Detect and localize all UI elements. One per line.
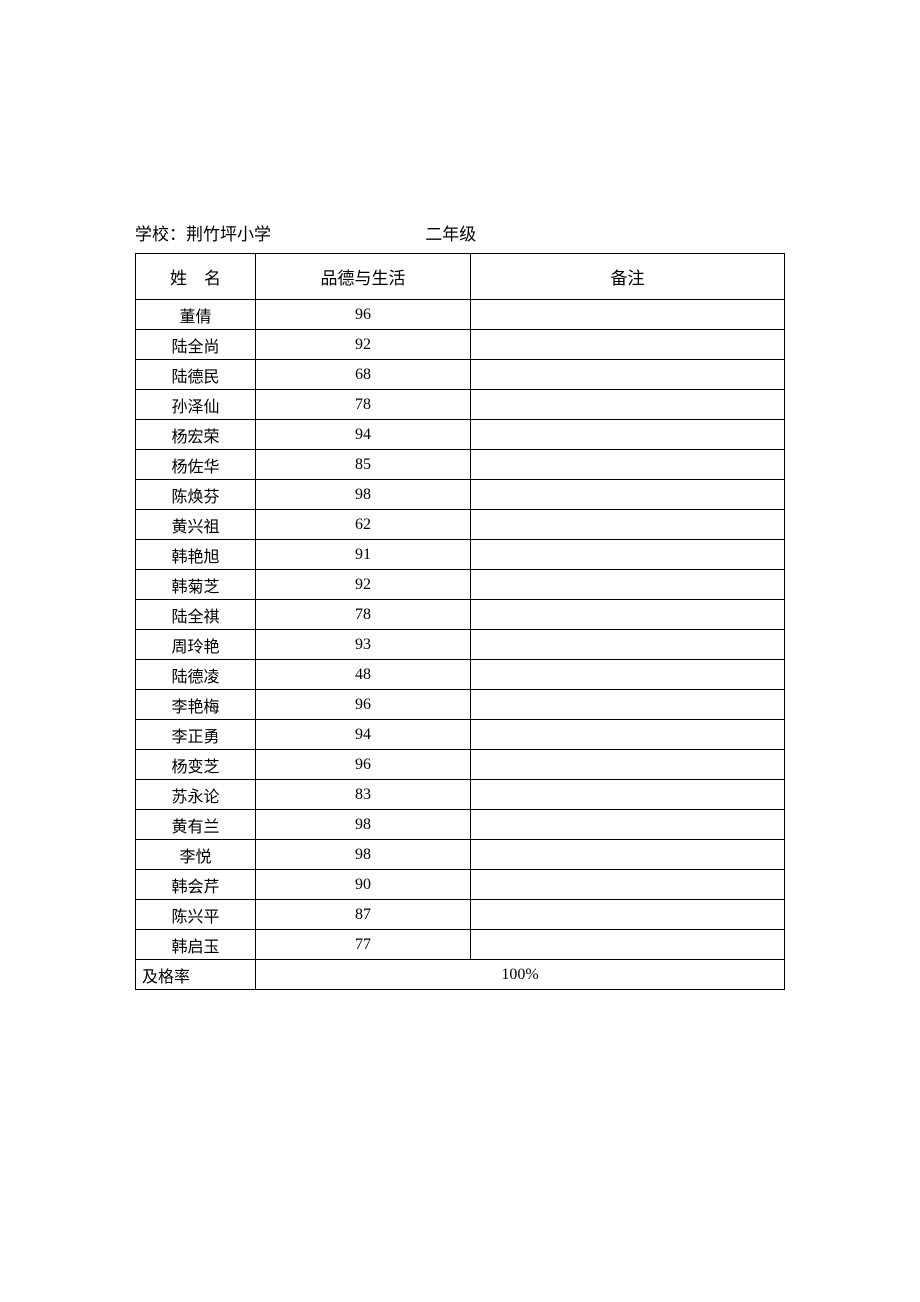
table-row: 李悦98 xyxy=(136,840,785,870)
cell-note xyxy=(471,900,785,930)
cell-score: 90 xyxy=(256,870,471,900)
table-row: 韩艳旭91 xyxy=(136,540,785,570)
cell-name: 李艳梅 xyxy=(136,690,256,720)
score-table: 姓 名 品德与生活 备注 董倩96陆全尚92陆德民68孙泽仙78杨宏荣94杨佐华… xyxy=(135,253,785,990)
table-row: 韩启玉77 xyxy=(136,930,785,960)
cell-name: 孙泽仙 xyxy=(136,390,256,420)
cell-name: 陆全祺 xyxy=(136,600,256,630)
cell-note xyxy=(471,780,785,810)
grade-label: 二年级 xyxy=(425,220,476,245)
cell-score: 85 xyxy=(256,450,471,480)
cell-name: 周玲艳 xyxy=(136,630,256,660)
table-row: 陆德凌48 xyxy=(136,660,785,690)
table-header-row: 姓 名 品德与生活 备注 xyxy=(136,254,785,300)
table-row: 陈焕芬98 xyxy=(136,480,785,510)
cell-note xyxy=(471,570,785,600)
table-row: 陆全尚92 xyxy=(136,330,785,360)
cell-score: 78 xyxy=(256,390,471,420)
cell-score: 94 xyxy=(256,720,471,750)
cell-note xyxy=(471,360,785,390)
cell-score: 98 xyxy=(256,810,471,840)
cell-score: 92 xyxy=(256,570,471,600)
table-row: 杨佐华85 xyxy=(136,450,785,480)
cell-name: 陈兴平 xyxy=(136,900,256,930)
cell-name: 董倩 xyxy=(136,300,256,330)
cell-score: 96 xyxy=(256,750,471,780)
col-header-name: 姓 名 xyxy=(136,254,256,300)
table-row: 陆德民68 xyxy=(136,360,785,390)
cell-name: 杨佐华 xyxy=(136,450,256,480)
cell-name: 杨宏荣 xyxy=(136,420,256,450)
table-row: 韩会芹90 xyxy=(136,870,785,900)
table-footer-row: 及格率100% xyxy=(136,960,785,990)
cell-name: 黄有兰 xyxy=(136,810,256,840)
cell-score: 98 xyxy=(256,840,471,870)
cell-note xyxy=(471,690,785,720)
pass-rate-label: 及格率 xyxy=(136,960,256,990)
table-row: 杨变芝96 xyxy=(136,750,785,780)
cell-name: 李正勇 xyxy=(136,720,256,750)
cell-name: 韩艳旭 xyxy=(136,540,256,570)
table-row: 周玲艳93 xyxy=(136,630,785,660)
cell-note xyxy=(471,750,785,780)
table-row: 李艳梅96 xyxy=(136,690,785,720)
cell-score: 96 xyxy=(256,300,471,330)
cell-note xyxy=(471,420,785,450)
cell-note xyxy=(471,450,785,480)
pass-rate-value: 100% xyxy=(256,960,785,990)
cell-name: 韩菊芝 xyxy=(136,570,256,600)
table-row: 韩菊芝92 xyxy=(136,570,785,600)
cell-note xyxy=(471,510,785,540)
table-row: 董倩96 xyxy=(136,300,785,330)
table-row: 苏永论83 xyxy=(136,780,785,810)
table-row: 陈兴平87 xyxy=(136,900,785,930)
cell-note xyxy=(471,480,785,510)
cell-name: 韩会芹 xyxy=(136,870,256,900)
table-row: 孙泽仙78 xyxy=(136,390,785,420)
cell-score: 77 xyxy=(256,930,471,960)
cell-score: 94 xyxy=(256,420,471,450)
cell-score: 62 xyxy=(256,510,471,540)
cell-score: 78 xyxy=(256,600,471,630)
cell-name: 苏永论 xyxy=(136,780,256,810)
cell-note xyxy=(471,300,785,330)
cell-name: 杨变芝 xyxy=(136,750,256,780)
table-row: 李正勇94 xyxy=(136,720,785,750)
cell-note xyxy=(471,540,785,570)
cell-name: 陆德民 xyxy=(136,360,256,390)
cell-note xyxy=(471,870,785,900)
cell-note xyxy=(471,600,785,630)
cell-score: 87 xyxy=(256,900,471,930)
cell-note xyxy=(471,930,785,960)
cell-note xyxy=(471,810,785,840)
cell-name: 黄兴祖 xyxy=(136,510,256,540)
cell-name: 韩启玉 xyxy=(136,930,256,960)
cell-score: 96 xyxy=(256,690,471,720)
header-line: 学校：荆竹坪小学 二年级 xyxy=(135,220,785,245)
cell-name: 陆德凌 xyxy=(136,660,256,690)
table-row: 黄兴祖62 xyxy=(136,510,785,540)
cell-note xyxy=(471,630,785,660)
cell-score: 93 xyxy=(256,630,471,660)
cell-score: 68 xyxy=(256,360,471,390)
table-row: 杨宏荣94 xyxy=(136,420,785,450)
cell-name: 陆全尚 xyxy=(136,330,256,360)
cell-note xyxy=(471,660,785,690)
school-label: 学校：荆竹坪小学 xyxy=(135,220,271,245)
cell-score: 98 xyxy=(256,480,471,510)
col-header-score: 品德与生活 xyxy=(256,254,471,300)
col-header-note: 备注 xyxy=(471,254,785,300)
table-row: 陆全祺78 xyxy=(136,600,785,630)
cell-note xyxy=(471,330,785,360)
cell-note xyxy=(471,390,785,420)
table-row: 黄有兰98 xyxy=(136,810,785,840)
cell-score: 91 xyxy=(256,540,471,570)
cell-name: 李悦 xyxy=(136,840,256,870)
cell-note xyxy=(471,840,785,870)
cell-score: 83 xyxy=(256,780,471,810)
cell-name: 陈焕芬 xyxy=(136,480,256,510)
cell-note xyxy=(471,720,785,750)
cell-score: 48 xyxy=(256,660,471,690)
cell-score: 92 xyxy=(256,330,471,360)
